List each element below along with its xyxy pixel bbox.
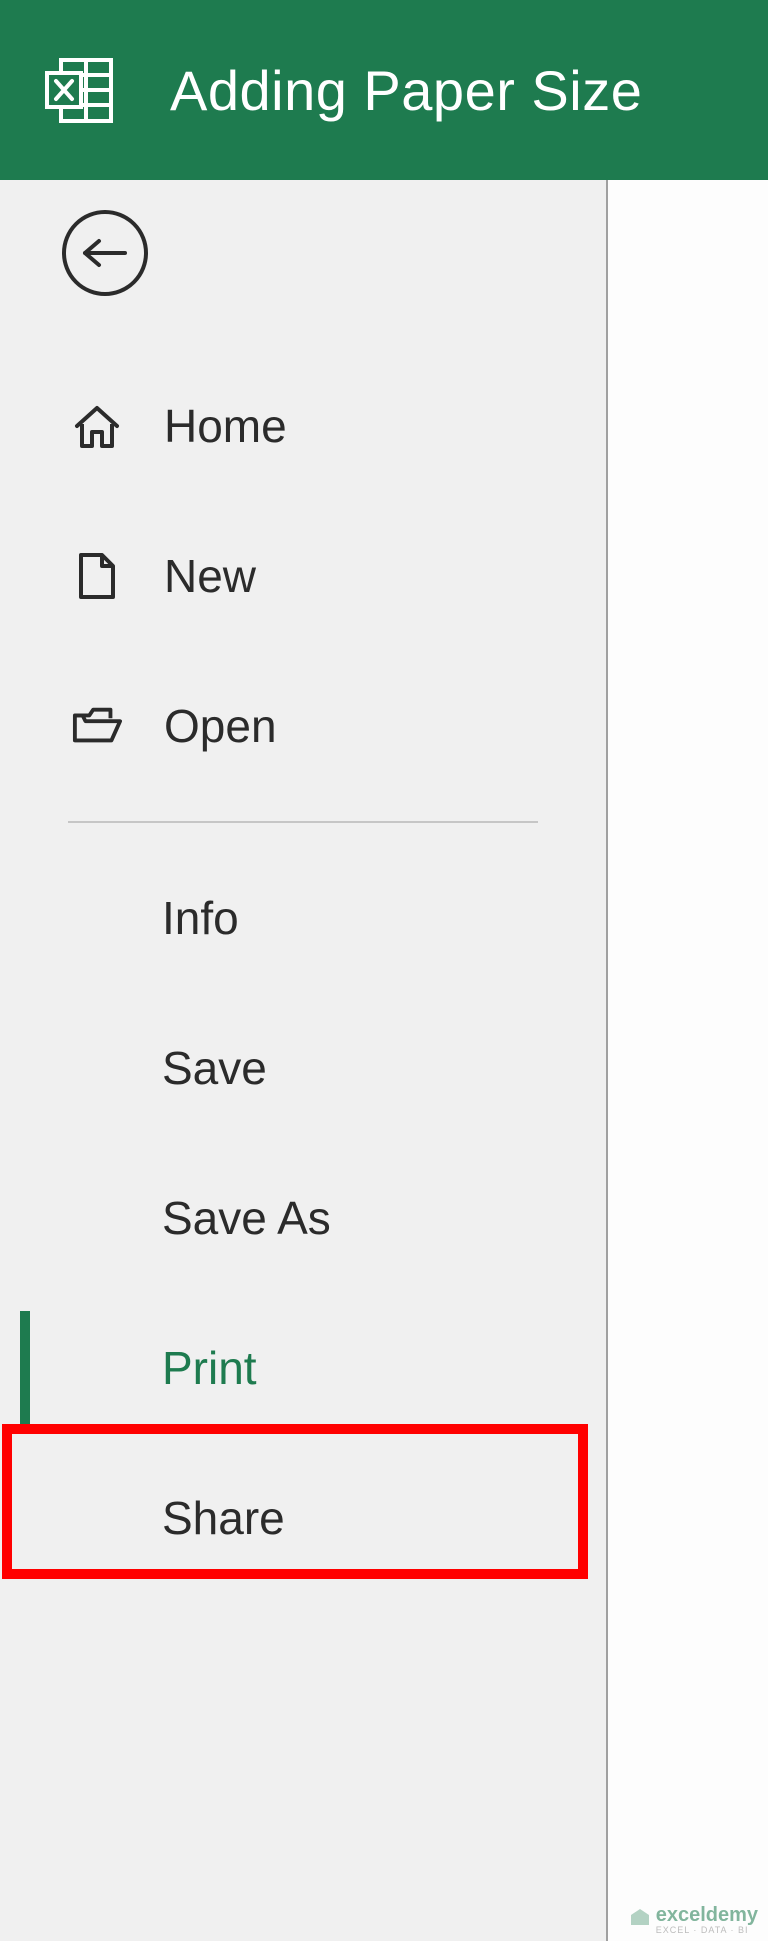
nav-save-as[interactable]: Save As (0, 1143, 606, 1293)
watermark-logo-icon (630, 1908, 650, 1932)
nav-print[interactable]: Print (0, 1293, 606, 1443)
nav-print-label: Print (162, 1341, 257, 1395)
nav-open[interactable]: Open (0, 651, 606, 801)
open-folder-icon (72, 706, 122, 746)
nav-save-label: Save (162, 1041, 267, 1095)
watermark-text: exceldemy (656, 1904, 758, 1926)
arrow-left-icon (81, 238, 129, 268)
nav-info-label: Info (162, 891, 239, 945)
nav-divider (68, 821, 538, 823)
nav-save[interactable]: Save (0, 993, 606, 1143)
titlebar: Adding Paper Size (0, 0, 768, 180)
watermark-sub: EXCEL · DATA · BI (656, 1925, 758, 1935)
titlebar-title: Adding Paper Size (170, 58, 642, 123)
nav-open-label: Open (164, 699, 277, 753)
excel-icon (45, 58, 115, 123)
nav-home[interactable]: Home (0, 351, 606, 501)
nav-home-label: Home (164, 399, 287, 453)
home-icon (72, 404, 122, 448)
content-area: exceldemy EXCEL · DATA · BI (608, 180, 768, 1941)
nav-new[interactable]: New (0, 501, 606, 651)
back-button[interactable] (62, 210, 148, 296)
nav-share[interactable]: Share (0, 1443, 606, 1593)
watermark: exceldemy EXCEL · DATA · BI (630, 1904, 758, 1935)
nav-new-label: New (164, 549, 256, 603)
nav-info[interactable]: Info (0, 843, 606, 993)
nav-save-as-label: Save As (162, 1191, 331, 1245)
new-file-icon (72, 552, 122, 600)
nav-share-label: Share (162, 1491, 285, 1545)
backstage-sidebar: Home New Open Info (0, 180, 608, 1941)
